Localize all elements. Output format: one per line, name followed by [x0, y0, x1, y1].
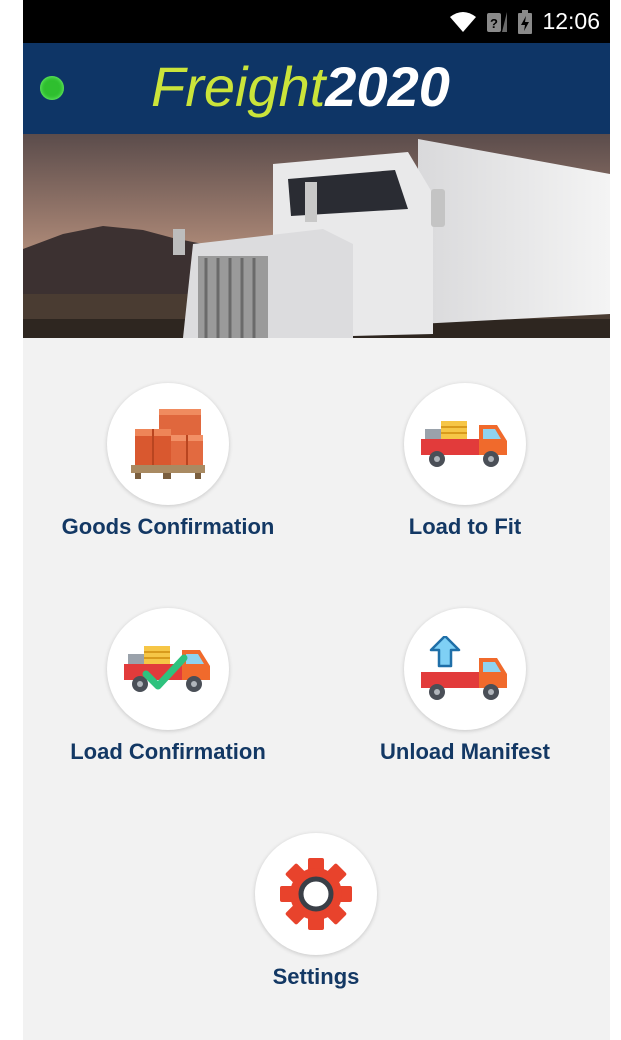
load-to-fit-icon-circle [404, 383, 526, 505]
stacked-boxes-icon [131, 409, 205, 479]
load-confirmation-icon-circle [107, 608, 229, 730]
truck-checkmark-icon [124, 646, 210, 692]
battery-charging-icon [518, 9, 533, 34]
no-sim-icon: ? [487, 11, 508, 32]
settings-icon-circle [255, 833, 377, 955]
load-to-fit-label: Load to Fit [408, 514, 522, 539]
settings-label: Settings [272, 964, 360, 989]
hero-truck-image [23, 134, 610, 338]
load-to-fit-button[interactable]: Load to Fit [325, 383, 605, 563]
load-confirmation-button[interactable]: Load Confirmation [28, 608, 308, 788]
goods-confirmation-button[interactable]: Goods Confirmation [28, 383, 308, 563]
app-screen: ? 12:06 Freight 2020 Goods Confirmation … [23, 0, 610, 1040]
goods-confirmation-label: Goods Confirmation [61, 514, 275, 539]
status-time: 12:06 [542, 8, 600, 34]
app-bar: Freight 2020 [23, 43, 610, 134]
wifi-icon [450, 11, 477, 32]
settings-button[interactable]: Settings [176, 833, 456, 1013]
unload-manifest-icon-circle [404, 608, 526, 730]
unload-manifest-button[interactable]: Unload Manifest [325, 608, 605, 788]
logo-text-freight: Freight [151, 55, 326, 118]
main-menu: Goods Confirmation Load to Fit Load Conf… [23, 338, 610, 1040]
logo-text-2020: 2020 [325, 55, 450, 118]
unload-manifest-label: Unload Manifest [380, 739, 550, 764]
loaded-truck-icon [421, 421, 507, 467]
app-logo: Freight 2020 [151, 55, 450, 119]
load-confirmation-label: Load Confirmation [70, 739, 266, 764]
svg-text:?: ? [490, 16, 498, 31]
status-bar: ? 12:06 [23, 0, 610, 43]
status-icons: ? 12:06 [450, 0, 600, 43]
gear-icon [280, 858, 352, 930]
goods-confirmation-icon-circle [107, 383, 229, 505]
truck-upload-arrow-icon [421, 636, 507, 700]
connection-status-dot [40, 76, 64, 100]
